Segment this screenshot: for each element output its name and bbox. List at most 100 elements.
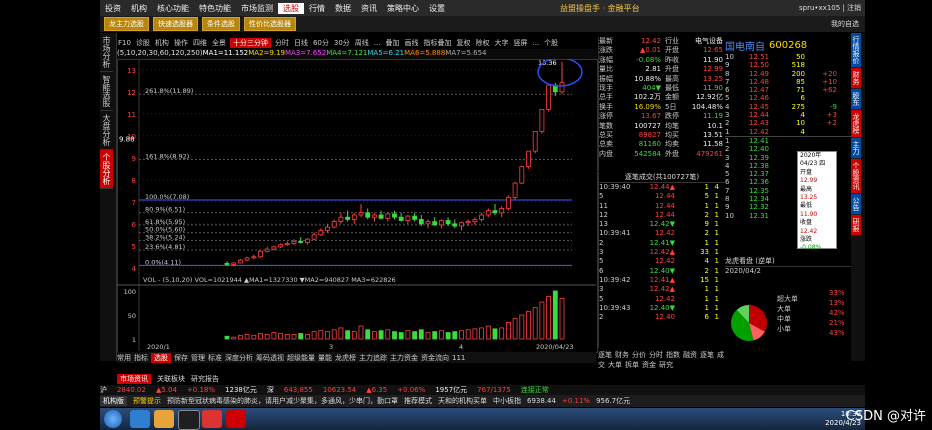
- tick-tab[interactable]: 大单: [608, 361, 622, 369]
- chart-tab[interactable]: 选股: [151, 352, 171, 363]
- toolbar-item[interactable]: 画线: [403, 38, 419, 48]
- volume-bar: [264, 333, 270, 340]
- chart-tab[interactable]: 主力追踪: [359, 353, 387, 363]
- info-tab[interactable]: 关联板块: [157, 374, 185, 384]
- toolbar-item[interactable]: 日线: [293, 38, 309, 48]
- chart-tab[interactable]: 标准: [208, 353, 222, 363]
- toolbar-item[interactable]: 叠加: [384, 38, 400, 48]
- tick-tab[interactable]: 资金: [642, 361, 656, 369]
- toolbar-item[interactable]: 十分三分钟: [229, 38, 271, 48]
- quick-select-button[interactable]: 快速选股器: [153, 17, 198, 31]
- menu-item[interactable]: 资讯: [356, 3, 382, 14]
- tick-price: 12.44: [654, 201, 675, 210]
- chart-tab[interactable]: 龙虎榜: [335, 353, 356, 363]
- menu-item[interactable]: 投资: [100, 3, 126, 14]
- menu-item[interactable]: 核心功能: [152, 3, 194, 14]
- toolbar-item[interactable]: 60分: [312, 38, 330, 48]
- chart-tab[interactable]: 资金流向: [421, 353, 449, 363]
- toolbar-item[interactable]: 复权: [455, 38, 471, 48]
- app-icon[interactable]: [202, 410, 222, 428]
- media-icon[interactable]: [178, 410, 200, 430]
- right-tab[interactable]: 主力: [851, 138, 861, 159]
- kline-chart[interactable]: 131211109876549.88261.8%(11.89)161.8%(8.…: [117, 59, 596, 351]
- menu-item[interactable]: 设置: [424, 3, 450, 14]
- toolbar-item[interactable]: ...: [531, 39, 540, 47]
- ticker-item[interactable]: 机构版: [100, 396, 127, 406]
- toolbar-item[interactable]: F10: [117, 39, 132, 47]
- tick-tab[interactable]: 指数: [666, 351, 680, 359]
- chart-tab[interactable]: 保存: [174, 353, 188, 363]
- volume-bar: [499, 327, 505, 340]
- right-tab[interactable]: 股东: [851, 89, 861, 110]
- left-tab[interactable]: 大盘分析: [100, 111, 113, 150]
- tick-tab[interactable]: 逐笔: [700, 351, 714, 359]
- right-tab[interactable]: 研报: [851, 215, 861, 236]
- menu-item[interactable]: 市场监测: [236, 3, 278, 14]
- right-tab[interactable]: 财务: [851, 68, 861, 89]
- toolbar-item[interactable]: 周线: [354, 38, 370, 48]
- book-volume: [769, 137, 805, 145]
- toolbar-item[interactable]: 分时: [274, 38, 290, 48]
- book-volume: 4: [800, 111, 805, 120]
- ie-icon[interactable]: [130, 410, 150, 428]
- toolbar-item[interactable]: 机构: [154, 38, 170, 48]
- tick-row: 6 12.40▼ 2 1: [599, 267, 725, 276]
- menu-item[interactable]: 特色功能: [194, 3, 236, 14]
- chart-tab[interactable]: 111: [452, 354, 465, 362]
- left-tab[interactable]: 智能选股: [100, 72, 113, 111]
- candle-body: [526, 150, 531, 167]
- menu-item[interactable]: 数据: [330, 3, 356, 14]
- right-tab[interactable]: 行情报价: [851, 33, 861, 68]
- chart-tab[interactable]: 筹码透视: [256, 353, 284, 363]
- menu-item[interactable]: 选股: [278, 2, 304, 14]
- toolbar-item[interactable]: 全景: [211, 38, 227, 48]
- menu-item[interactable]: 机构: [126, 3, 152, 14]
- chart-tab[interactable]: 管理: [191, 353, 205, 363]
- book-price: 12.44: [748, 111, 769, 120]
- folder-icon[interactable]: [154, 410, 174, 428]
- menu-item[interactable]: 行情: [304, 3, 330, 14]
- left-tab[interactable]: 个股分析: [100, 150, 113, 189]
- toolbar-item[interactable]: 指标叠加: [422, 38, 452, 48]
- quote-row: 涨跌 ▲0.01 开盘 12.65: [599, 46, 725, 55]
- chart-tab[interactable]: 量能: [318, 353, 332, 363]
- chart-tab[interactable]: 常用: [117, 353, 131, 363]
- right-tab[interactable]: 公告: [851, 194, 861, 215]
- quick-select-button[interactable]: 条件选股: [202, 17, 240, 31]
- toolbar-item[interactable]: 竖屏: [512, 38, 528, 48]
- favorites-link[interactable]: 我的自选: [831, 19, 859, 29]
- chart-tab[interactable]: 深度分析: [225, 353, 253, 363]
- toolbar-item[interactable]: ...: [373, 39, 382, 47]
- quick-select-button[interactable]: 龙主力选股: [104, 17, 149, 31]
- quick-select-button[interactable]: 性价比选股器: [244, 17, 296, 31]
- right-tab[interactable]: 龙虎榜: [851, 110, 861, 138]
- tick-tab[interactable]: 研究: [659, 361, 673, 369]
- toolbar-item[interactable]: 30分: [333, 38, 351, 48]
- toolbar-item[interactable]: 大字: [493, 38, 509, 48]
- info-tab[interactable]: 研究报告: [191, 374, 219, 384]
- toolbar-item[interactable]: 个股: [543, 38, 559, 48]
- left-tab[interactable]: 市场分析: [100, 33, 113, 72]
- chart-tab[interactable]: 主力资金: [390, 353, 418, 363]
- toolbar-item[interactable]: 诊股: [135, 38, 151, 48]
- tick-tab[interactable]: 分时: [649, 351, 663, 359]
- tick-tab[interactable]: 分价: [632, 351, 646, 359]
- toolbar-item[interactable]: 除权: [474, 38, 490, 48]
- volume-bar: [365, 329, 371, 340]
- emoney-icon[interactable]: [226, 410, 246, 428]
- chart-tab[interactable]: 指标: [134, 353, 148, 363]
- tick-time: 3: [599, 285, 604, 294]
- tick-tab[interactable]: 逐笔: [598, 351, 612, 359]
- start-button[interactable]: [104, 410, 122, 428]
- toolbar-item[interactable]: 四维: [192, 38, 208, 48]
- tick-tab[interactable]: 财务: [615, 351, 629, 359]
- right-tab[interactable]: 个股资讯: [851, 159, 861, 194]
- chart-tab[interactable]: 超级能量: [287, 353, 315, 363]
- info-tab[interactable]: 市场资讯: [117, 373, 151, 384]
- tick-tab[interactable]: 融资: [683, 351, 697, 359]
- quote-value: 10.1: [707, 121, 723, 130]
- book-price: 12.40: [748, 145, 769, 154]
- menu-item[interactable]: 策略中心: [382, 3, 424, 14]
- tick-tab[interactable]: 拆单: [625, 361, 639, 369]
- toolbar-item[interactable]: 操作: [173, 38, 189, 48]
